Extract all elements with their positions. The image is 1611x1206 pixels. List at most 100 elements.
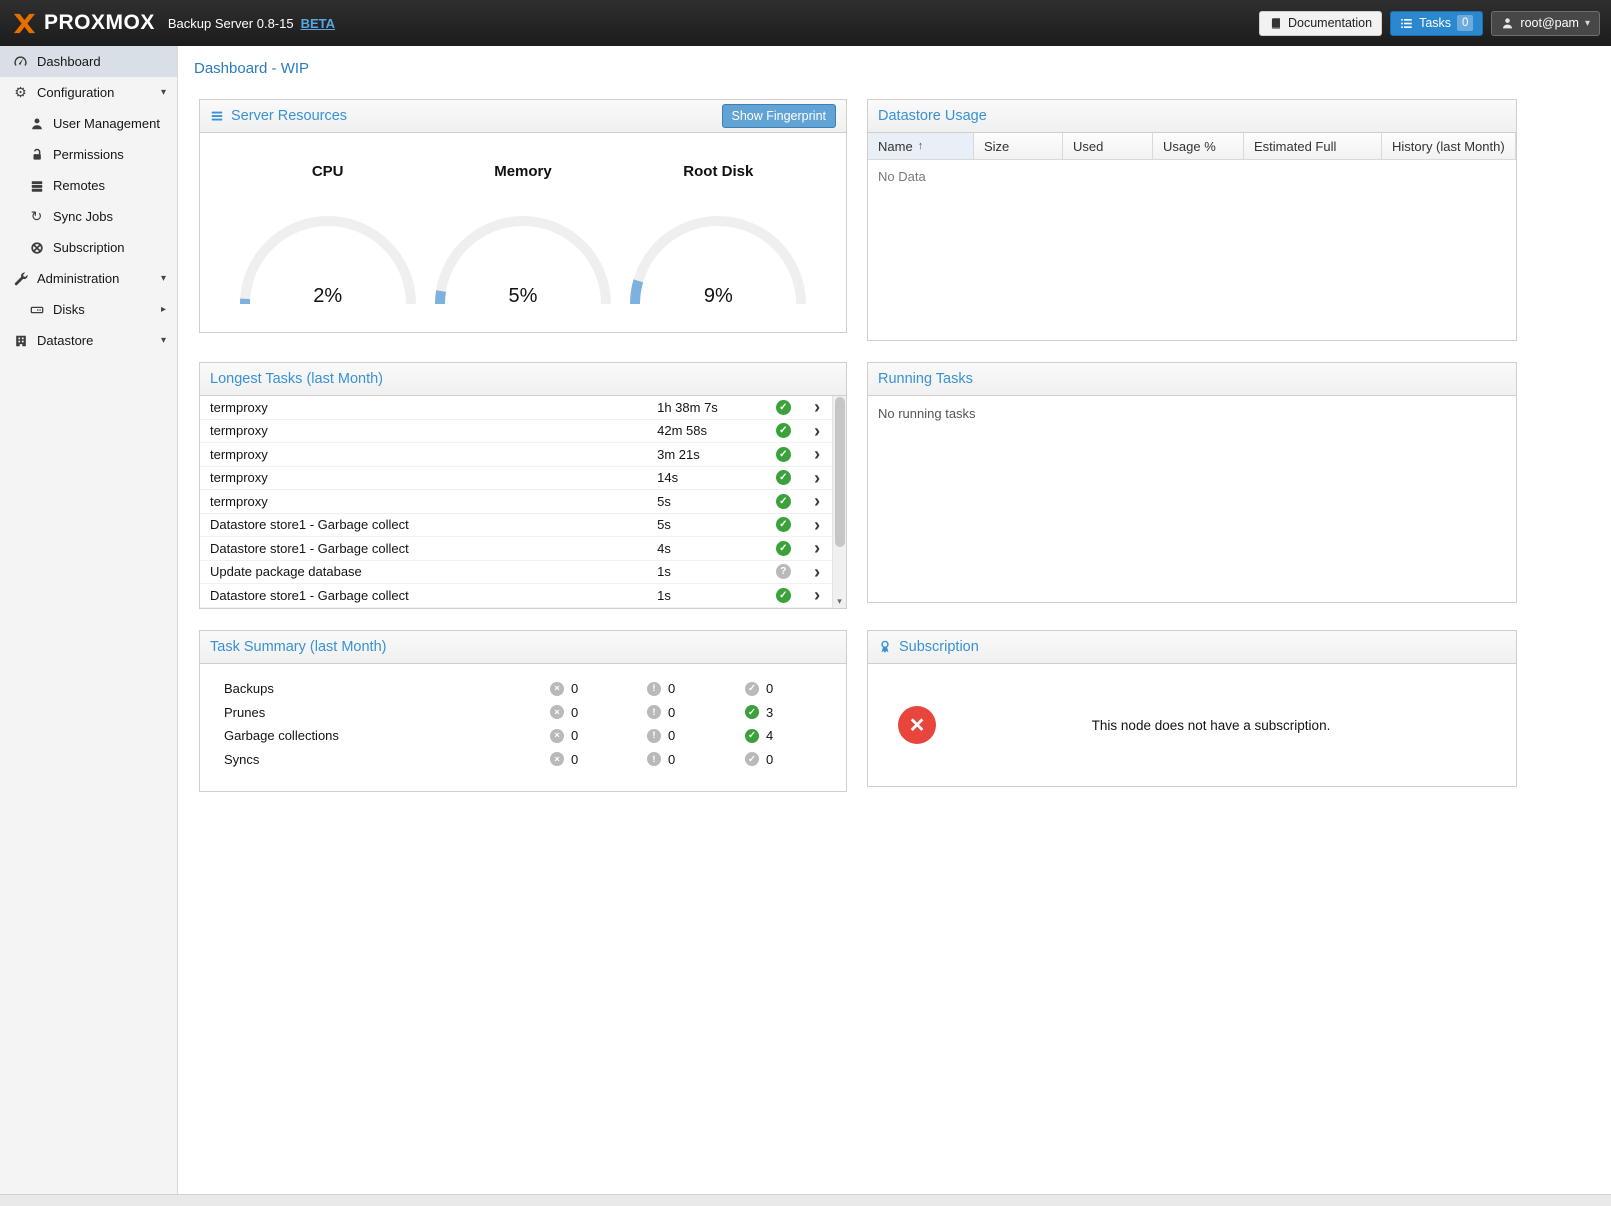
page-title: Dashboard - WIP <box>179 46 1611 87</box>
task-row[interactable]: termproxy 3m 21s ✓ › <box>200 443 846 467</box>
book-icon <box>1269 17 1282 30</box>
vertical-scrollbar[interactable]: ▾ <box>832 396 846 608</box>
main-content: Dashboard - WIP Server Resources Show Fi… <box>179 46 1611 792</box>
task-row[interactable]: Datastore store1 - Garbage collect 5s ✓ … <box>200 514 846 538</box>
column-header-history[interactable]: History (last Month) <box>1382 133 1516 159</box>
datastore-usage-panel: Datastore Usage Name ↑ Size Used Usage %… <box>867 99 1517 341</box>
task-name: Datastore store1 - Garbage collect <box>210 588 657 603</box>
panel-title: Datastore Usage <box>878 108 987 124</box>
user-menu-button[interactable]: root@pam ▾ <box>1491 11 1600 36</box>
longest-tasks-header: Longest Tasks (last Month) <box>200 363 846 396</box>
gauge-percent: 2% <box>233 285 423 308</box>
beta-link[interactable]: BETA <box>301 16 335 31</box>
task-list-icon <box>1400 17 1413 30</box>
task-status-icon: ✓ <box>776 400 791 415</box>
chevron-down-icon[interactable]: ▾ <box>161 335 166 346</box>
life-ring-icon <box>28 241 45 255</box>
chevron-right-icon[interactable]: › <box>804 445 830 463</box>
scrollbar-down-arrow[interactable]: ▾ <box>833 594 846 608</box>
error-icon: × <box>550 705 564 719</box>
task-duration: 1h 38m 7s <box>657 400 762 415</box>
task-name: termproxy <box>210 494 657 509</box>
column-header-estimated-full[interactable]: Estimated Full <box>1244 133 1382 159</box>
user-icon <box>1501 17 1514 30</box>
chevron-down-icon[interactable]: ▾ <box>161 273 166 284</box>
task-status-icon: ✓ <box>776 423 791 438</box>
hdd-icon <box>28 303 45 317</box>
sidebar-item-label: User Management <box>53 116 160 131</box>
subscription-panel: Subscription × This node does not have a… <box>867 630 1517 787</box>
subscription-body: × This node does not have a subscription… <box>868 664 1516 786</box>
summary-label: Syncs <box>200 752 550 767</box>
no-data-text: No Data <box>868 160 1516 340</box>
task-row[interactable]: Datastore store1 - Garbage collect 4s ✓ … <box>200 537 846 561</box>
sidebar-item-label: Administration <box>37 271 119 286</box>
horizontal-scrollbar[interactable] <box>0 1194 1611 1206</box>
task-duration: 14s <box>657 470 762 485</box>
sidebar-item-administration[interactable]: Administration ▾ <box>0 263 177 294</box>
task-duration: 42m 58s <box>657 423 762 438</box>
sidebar-item-dashboard[interactable]: Dashboard <box>0 46 177 77</box>
task-summary-panel: Task Summary (last Month) Backups ×0 !0 … <box>199 630 847 792</box>
ok-count: ✓3 <box>745 705 846 720</box>
warning-count: !0 <box>647 752 745 767</box>
warning-icon: ! <box>647 729 661 743</box>
task-status-icon: ✓ <box>776 447 791 462</box>
tasks-button[interactable]: Tasks 0 <box>1390 11 1483 36</box>
chevron-right-icon[interactable]: › <box>804 539 830 557</box>
column-header-size[interactable]: Size <box>974 133 1063 159</box>
sidebar-item-user-management[interactable]: User Management <box>0 108 177 139</box>
task-name: Update package database <box>210 564 657 579</box>
column-header-usage-percent[interactable]: Usage % <box>1153 133 1244 159</box>
column-header-used[interactable]: Used <box>1063 133 1153 159</box>
scrollbar-thumb[interactable] <box>835 397 845 547</box>
running-tasks-header: Running Tasks <box>868 363 1516 396</box>
chevron-right-icon[interactable]: › <box>804 422 830 440</box>
task-row[interactable]: Datastore store1 - Garbage collect 1s ✓ … <box>200 584 846 608</box>
chevron-right-icon[interactable]: › <box>804 516 830 534</box>
task-row[interactable]: Update package database 1s ? › <box>200 561 846 585</box>
memory-gauge: Memory 5% <box>428 163 618 312</box>
chevron-right-icon[interactable]: › <box>804 398 830 416</box>
sidebar-item-datastore[interactable]: Datastore ▾ <box>0 325 177 356</box>
warning-icon: ! <box>647 682 661 696</box>
sidebar-item-remotes[interactable]: Remotes <box>0 170 177 201</box>
task-row[interactable]: termproxy 1h 38m 7s ✓ › <box>200 396 846 420</box>
panel-title: Task Summary (last Month) <box>210 639 386 655</box>
task-status-icon: ✓ <box>776 517 791 532</box>
chevron-right-icon[interactable]: › <box>804 563 830 581</box>
brand-name: PROXMOX <box>44 11 155 35</box>
show-fingerprint-button[interactable]: Show Fingerprint <box>722 104 837 128</box>
sidebar-item-configuration[interactable]: ⚙ Configuration ▾ <box>0 77 177 108</box>
panel-title: Running Tasks <box>878 371 973 387</box>
task-row[interactable]: termproxy 14s ✓ › <box>200 467 846 491</box>
error-icon: × <box>550 682 564 696</box>
datastore-usage-header: Datastore Usage <box>868 100 1516 133</box>
chevron-down-icon[interactable]: ▾ <box>161 87 166 98</box>
sidebar-item-permissions[interactable]: Permissions <box>0 139 177 170</box>
chevron-right-icon[interactable]: › <box>804 469 830 487</box>
chevron-right-icon[interactable]: › <box>804 492 830 510</box>
server-resources-panel: Server Resources Show Fingerprint CPU 2%… <box>199 99 847 333</box>
task-status-icon: ✓ <box>776 541 791 556</box>
task-row[interactable]: termproxy 5s ✓ › <box>200 490 846 514</box>
task-row[interactable]: termproxy 42m 58s ✓ › <box>200 420 846 444</box>
documentation-button[interactable]: Documentation <box>1259 11 1382 36</box>
task-duration: 5s <box>657 517 762 532</box>
summary-row: Garbage collections ×0 !0 ✓4 <box>200 724 846 748</box>
chevron-right-icon[interactable]: › <box>804 586 830 604</box>
sidebar-item-disks[interactable]: Disks ▸ <box>0 294 177 325</box>
gauge-label: Memory <box>428 163 618 180</box>
sidebar-item-subscription[interactable]: Subscription <box>0 232 177 263</box>
longest-tasks-list: termproxy 1h 38m 7s ✓ › termproxy 42m 58… <box>200 396 846 608</box>
panel-title: Server Resources <box>231 108 347 124</box>
chevron-right-icon[interactable]: ▸ <box>161 304 166 315</box>
column-header-name[interactable]: Name ↑ <box>868 133 974 159</box>
panel-title: Subscription <box>899 639 979 655</box>
sidebar-item-label: Subscription <box>53 240 125 255</box>
sidebar-item-sync-jobs[interactable]: ↻ Sync Jobs <box>0 201 177 232</box>
building-icon <box>12 334 29 348</box>
list-icon <box>210 109 224 123</box>
task-name: termproxy <box>210 400 657 415</box>
subscription-message: This node does not have a subscription. <box>936 718 1486 733</box>
